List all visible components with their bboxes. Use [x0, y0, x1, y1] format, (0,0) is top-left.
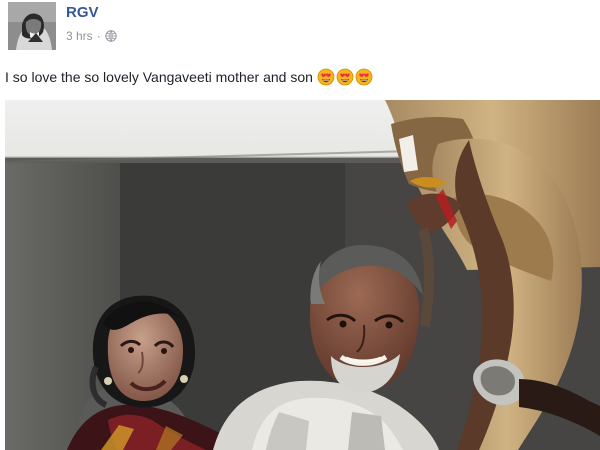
timestamp-link[interactable]: 3 hrs [66, 29, 93, 43]
post-photo[interactable] [5, 100, 600, 450]
post-message-text: I so love the so lovely Vangaveeti mothe… [5, 69, 313, 85]
emoji-group [317, 68, 373, 86]
globe-icon [104, 30, 117, 42]
heart-eyes-emoji-icon [355, 68, 373, 86]
post-header: RGV 3 hrs · [8, 2, 308, 50]
post-message: I so love the so lovely Vangaveeti mothe… [5, 68, 373, 86]
meta-separator: · [96, 29, 101, 43]
post-meta: 3 hrs · [66, 29, 117, 43]
avatar-icon[interactable] [8, 2, 56, 50]
facebook-post: RGV 3 hrs · I so love the so lovely Vang… [0, 0, 600, 450]
author-name-link[interactable]: RGV [66, 4, 99, 22]
heart-eyes-emoji-icon [317, 68, 335, 86]
heart-eyes-emoji-icon [336, 68, 354, 86]
